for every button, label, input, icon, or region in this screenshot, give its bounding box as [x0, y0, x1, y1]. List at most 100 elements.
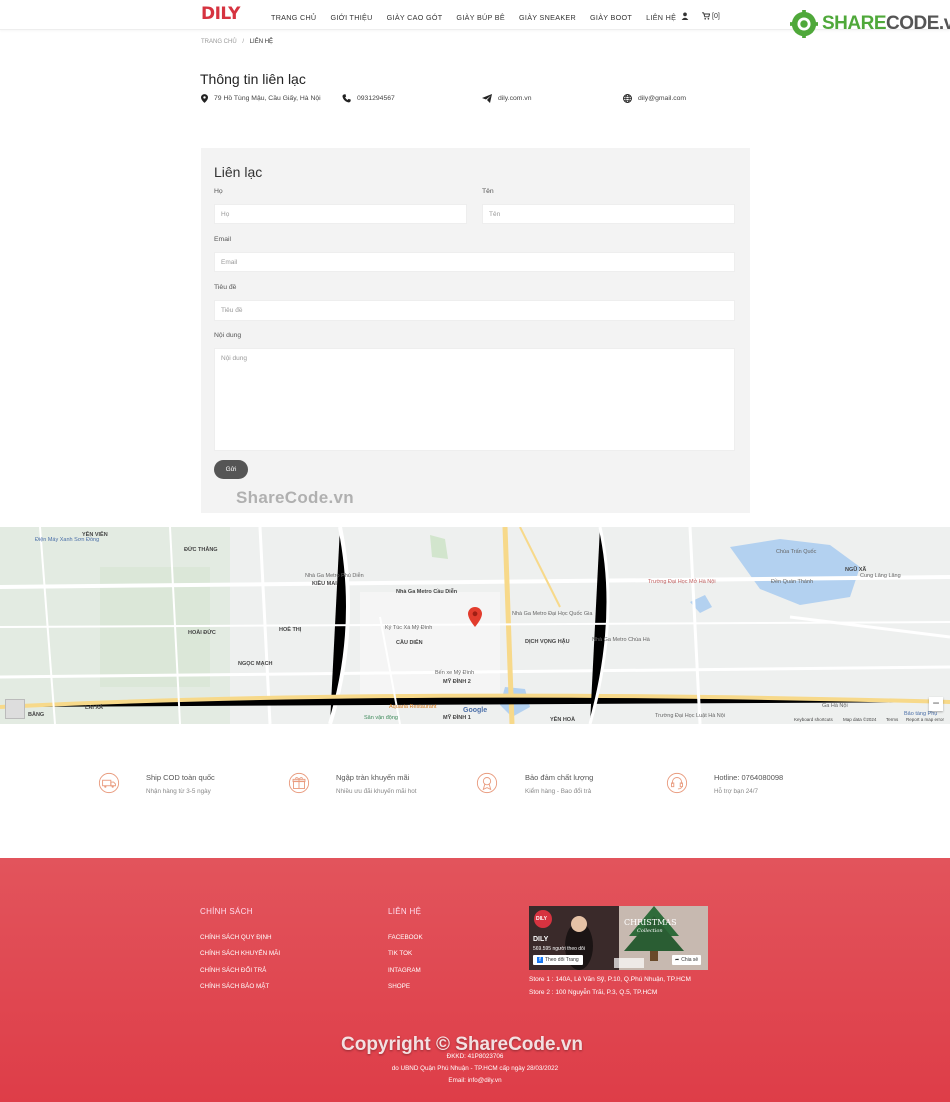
map-label: Cung Lăng Lăng — [860, 573, 901, 579]
map-label: MỸ ĐÌNH 2 — [443, 679, 471, 685]
phone-item: 0931294567 — [342, 93, 395, 105]
policy-link[interactable]: CHÍNH SÁCH BẢO MẬT — [200, 983, 269, 990]
email-input[interactable]: Email — [214, 252, 735, 272]
phone-text[interactable]: 0931294567 — [357, 93, 395, 105]
quality-badge-icon — [476, 772, 498, 794]
fb-share-button[interactable]: ➦ Chia sẻ — [672, 955, 702, 965]
contact-heading: LIÊN HỆ — [388, 907, 422, 916]
map-label: Nhà Ga Metro Đại Học Quốc Gia — [512, 611, 593, 617]
map-label: BẰNG — [28, 712, 45, 718]
nav-item-contact[interactable]: LIÊN HỆ — [646, 13, 676, 22]
feature-subtitle: Nhiều ưu đãi khuyến mãi hot — [336, 788, 417, 795]
contact-info-title: Thông tin liên lạc — [200, 71, 306, 87]
map-data-text: Map data ©2024 — [843, 717, 877, 722]
map-label: Trường Đại Học Mở Hà Nội — [648, 579, 716, 585]
map-label: Aquaria Restaurant — [389, 704, 437, 710]
map-label: Nhà Ga Metro Chùa Hà — [592, 637, 650, 643]
feature-title: Ngập tràn khuyến mãi — [336, 773, 410, 782]
map-label: DỊCH VỌNG HẬU — [525, 639, 570, 645]
policy-link[interactable]: CHÍNH SÁCH KHUYẾN MÃI — [200, 950, 280, 957]
nav-item-home[interactable]: TRANG CHỦ — [271, 13, 316, 22]
feature-subtitle: Nhận hàng từ 3-5 ngày — [146, 788, 211, 795]
map-label: HOÈ THỊ — [279, 627, 302, 633]
feature-title: Hotline: 0764080098 — [714, 773, 784, 782]
website-text[interactable]: dily.com.vn — [498, 93, 532, 105]
gift-icon — [288, 772, 310, 794]
brand-logo[interactable]: DILY — [201, 4, 240, 24]
last-name-input[interactable]: Tên — [482, 204, 735, 224]
email-label: Email — [214, 236, 231, 243]
message-label: Nội dung — [214, 332, 242, 339]
fb-avatar-logo: DILY — [536, 916, 547, 922]
location-pin-icon[interactable] — [468, 607, 482, 627]
nav-item-flats[interactable]: GIÀY BÚP BÊ — [456, 13, 505, 22]
address-item: 79 Hồ Tùng Mậu, Cầu Giấy, Hà Nội — [201, 93, 325, 105]
breadcrumb: TRANG CHỦ / LIÊN HỆ — [201, 39, 273, 45]
policy-heading: CHÍNH SÁCH — [200, 907, 253, 916]
map-label: Chùa Trấn Quốc — [776, 549, 817, 555]
map-label: YÊN HOÀ — [550, 717, 576, 723]
message-textarea[interactable]: Nội dung — [214, 348, 735, 451]
first-name-input[interactable]: Họ — [214, 204, 467, 224]
map-layer-toggle[interactable] — [5, 699, 25, 719]
support-headset-icon — [666, 772, 688, 794]
breadcrumb-separator: / — [242, 39, 245, 45]
first-name-label: Họ — [214, 188, 223, 195]
facebook-page-widget[interactable]: DILY CHRISTMAS Collection DILY 569.595 n… — [529, 906, 708, 970]
main-nav: TRANG CHỦ GIỚI THIỆU GIÀY CAO GÓT GIÀY B… — [271, 13, 676, 22]
terms-link[interactable]: Terms — [886, 717, 898, 722]
map-label: Điện Máy Xanh Sơn Đồng — [35, 537, 100, 543]
social-link-shopee[interactable]: SHOPE — [388, 983, 410, 990]
fb-followers: 569.595 người theo dõi — [533, 946, 585, 952]
user-icon[interactable] — [681, 12, 689, 20]
policy-link[interactable]: CHÍNH SÁCH QUY ĐỊNH — [200, 934, 272, 941]
policy-link[interactable]: CHÍNH SÁCH ĐỔI TRẢ — [200, 967, 266, 974]
fb-follow-button[interactable]: f Theo dõi Trang — [533, 955, 583, 965]
subject-label: Tiêu đề — [214, 284, 237, 291]
site-footer: CHÍNH SÁCH CHÍNH SÁCH QUY ĐỊNH CHÍNH SÁC… — [0, 858, 950, 1102]
subject-input[interactable]: Tiêu đề — [214, 300, 735, 321]
feature-subtitle: Hỗ trợ bạn 24/7 — [714, 788, 759, 795]
social-link-instagram[interactable]: INTAGRAM — [388, 967, 421, 974]
map-label: Đền Quán Thánh — [771, 579, 814, 585]
feature-subtitle: Kiểm hàng - Bao đổi trả — [525, 788, 592, 795]
cart-icon — [702, 12, 710, 20]
delivery-truck-icon — [98, 772, 120, 794]
fb-page-name[interactable]: DILY — [533, 936, 548, 943]
facebook-icon: f — [537, 957, 543, 963]
nav-item-about[interactable]: GIỚI THIỆU — [330, 13, 372, 22]
sharecode-text: SHARECODE.vn — [822, 13, 950, 34]
breadcrumb-current: LIÊN HỆ — [249, 39, 274, 45]
feature-title: Bảo đảm chất lượng — [525, 773, 594, 782]
map-label: Bến xe Mỹ Đình — [435, 670, 475, 676]
map-label: LAI XÁ — [85, 705, 104, 711]
contact-form: Liên lạc Họ Họ Tên Tên Email Email Tiêu … — [201, 148, 750, 513]
map-label: ĐỨC THẮNG — [184, 547, 218, 553]
map-marker-icon — [201, 94, 208, 103]
social-link-tiktok[interactable]: TIK TOK — [388, 950, 412, 957]
keyboard-shortcuts-link[interactable]: Keyboard shortcuts — [794, 717, 833, 722]
sharecode-watermark: ShareCode.vn — [236, 488, 354, 507]
send-button[interactable]: Gửi — [214, 460, 248, 479]
cart-count: [0] — [712, 12, 720, 20]
email-text[interactable]: dily@gmail.com — [638, 93, 686, 105]
last-name-label: Tên — [482, 188, 494, 195]
fb-banner-title: CHRISTMAS — [624, 918, 677, 927]
map-label: HOÀI ĐỨC — [188, 630, 216, 636]
nav-item-sneaker[interactable]: GIÀY SNEAKER — [519, 13, 576, 22]
report-map-error-link[interactable]: Report a map error — [906, 717, 944, 722]
footer-email[interactable]: Email: info@dily.vn — [0, 1077, 950, 1084]
paper-plane-icon — [482, 94, 492, 103]
map-label: Sân vận động — [364, 715, 398, 721]
copyright-watermark: Copyright © ShareCode.vn — [341, 1034, 584, 1055]
nav-item-high-heels[interactable]: GIÀY CAO GÓT — [387, 13, 443, 22]
cart-button[interactable]: [0] — [702, 12, 720, 20]
google-logo: Google — [463, 707, 488, 714]
breadcrumb-home[interactable]: TRANG CHỦ — [201, 39, 237, 45]
store-address-2: Store 2 : 100 Nguyễn Trãi, P.3, Q.5, TP.… — [529, 989, 658, 996]
map-label: Ký Túc Xá Mỹ Đình — [385, 625, 433, 631]
map-label: CẦU DIỄN — [396, 640, 423, 646]
social-link-facebook[interactable]: FACEBOOK — [388, 934, 423, 941]
zoom-out-button[interactable]: − — [929, 697, 943, 711]
nav-item-boot[interactable]: GIÀY BOOT — [590, 13, 632, 22]
